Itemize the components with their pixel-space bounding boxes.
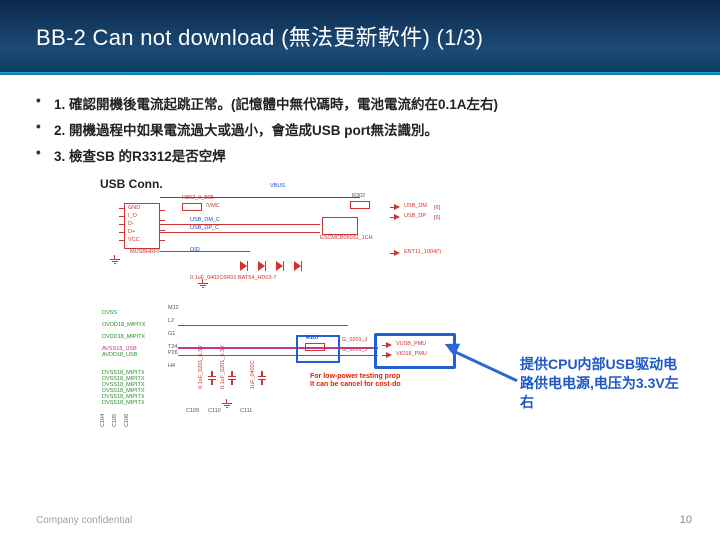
bullet-item: 3. 檢查SB 的R3312是否空焊 [36,145,720,165]
resistor [350,201,370,209]
resistor [182,203,202,211]
footer-confidential: Company confidential [36,515,132,526]
power-stack2: DVSS18_MIPITX DVSS18_MIPITX DVSS18_MIPIT… [102,370,145,406]
filter-ic [322,217,358,235]
cap-label: 1uF_0402C [250,360,256,389]
net-label: G_0201_J [342,337,367,343]
capacitor [208,371,216,385]
cap-id: C109 [186,408,199,414]
schematic-note: For low-power testing prop It can be can… [310,373,401,388]
diode [294,261,302,271]
res-label: R302 [352,193,365,199]
bullet-item: 2. 開機過程中如果電流過大或過小，會造成USB port無法識別。 [36,119,720,139]
port-icon [390,251,400,256]
diode [258,261,266,271]
net-label: VBUS [270,183,285,189]
net-label: /VMC [206,203,220,209]
cap-id: C110 [208,408,221,414]
diode [240,261,248,271]
slide-title: BB-2 Can not download (無法更新軟件) (1/3) [0,0,720,52]
pin-label: I_O [128,213,137,219]
res-label: R802_0_B05 [182,195,214,201]
cap-label: 0.1uF_0201_6.3V [220,345,226,389]
part-label: 0.1uF_0402C6R01 [190,275,236,281]
net-label: USB_DP [404,213,426,219]
res-label: R107 [306,335,319,341]
slide: BB-2 Can not download (無法更新軟件) (1/3) 1. … [0,0,720,540]
port-icon [390,215,400,220]
part-label: BAT54_HD03-7 [238,275,276,281]
net-flag: [6] [434,205,440,211]
chip-name: MUSBHRFF [130,249,161,255]
page-number: 10 [680,514,692,526]
cap-id: C111 [240,408,252,414]
net-flag: [6] [434,215,440,221]
capacitor [258,371,266,385]
schematic-header: USB Conn. [100,177,163,191]
bullet-list: 1. 確認開機後電流起跳正常。(記憶體中無代碼時，電池電流約在0.1A左右) 2… [36,93,720,165]
power-stack: DVSS OVDD18_MIPITX DVDD18_MIPITX AVSS18_… [102,310,145,358]
pin-label: VCC [128,237,140,243]
pin-label: D- [128,221,134,227]
bullet-item: 1. 確認開機後電流起跳正常。(記憶體中無代碼時，電池電流約在0.1A左右) [36,93,720,113]
net-label: G_0201_J [342,347,367,353]
pin-label: D+ [128,229,135,235]
cap-label: 0.1uF_0201_6.3V [198,345,204,389]
net-label: OID [190,247,200,253]
resistor-r107 [305,343,325,351]
net-label: USB_DM [404,203,427,209]
schematic-figure: USB Conn. GND I_O D- D+ VCC MUSBHRFF VBU… [90,175,460,465]
net-label: USB_DM_C [190,217,220,223]
port-icon [390,205,400,210]
callout-text: 提供CPU内部USB驱动电路供电电源,电压为3.3V左右 [520,355,690,412]
pin-col: M12 L2 G1 T24 P26 H4 [168,305,179,369]
net-label: USB_DP_C [190,225,219,231]
diode [276,261,284,271]
pin-label: GND [128,205,140,211]
title-band: BB-2 Can not download (無法更新軟件) (1/3) [0,0,720,75]
part-label: ESCMCB0603J_1CH [320,235,373,241]
net-label: ENT11_1004(!) [404,249,441,255]
capacitor [228,371,236,385]
